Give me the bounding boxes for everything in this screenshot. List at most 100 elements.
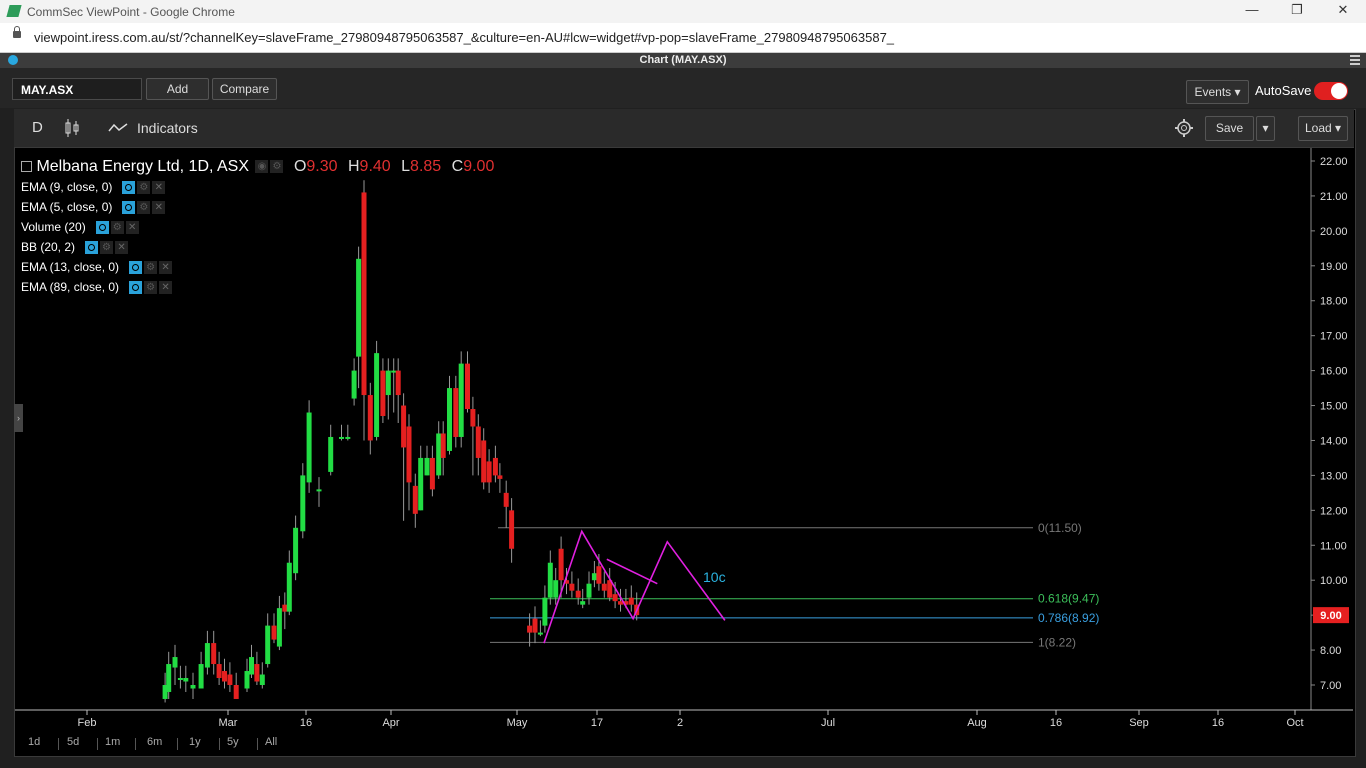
range-separator	[135, 738, 136, 750]
x-tick-label: 16	[1212, 717, 1224, 729]
x-tick-label: Mar	[219, 717, 238, 729]
candle-up	[351, 370, 357, 399]
remove-indicator-icon[interactable]: ✕	[152, 181, 166, 195]
range-selector: 1d 5d 1m 6m 1y 5y All	[14, 734, 1354, 756]
minimize-button[interactable]: —	[1237, 2, 1267, 20]
visibility-eye-icon[interactable]	[122, 181, 136, 195]
range-button-1m[interactable]: 1m	[105, 736, 120, 748]
range-button-1d[interactable]: 1d	[28, 736, 40, 748]
autosave-label: AutoSave	[1255, 83, 1312, 98]
indicator-row: EMA (13, close, 0) ⚙ ✕	[21, 257, 494, 277]
candle-up	[300, 475, 306, 532]
indicators-button[interactable]: Indicators	[137, 120, 198, 136]
autosave-toggle[interactable]	[1314, 82, 1348, 100]
indicator-settings-icon[interactable]: ⚙	[137, 201, 151, 215]
visibility-eye-icon[interactable]	[129, 281, 143, 295]
close-button[interactable]: ✕	[1328, 2, 1358, 20]
indicator-settings-icon[interactable]: ⚙	[100, 241, 114, 255]
y-tick-label: 21.00	[1320, 191, 1348, 203]
candle-up	[249, 657, 254, 675]
sidebar-expand-handle[interactable]: ›	[14, 404, 23, 432]
candle-down	[475, 426, 481, 458]
fib-level-label: 0.618(9.47)	[1038, 592, 1099, 606]
remove-indicator-icon[interactable]: ✕	[125, 221, 139, 235]
indicator-row: EMA (9, close, 0) ⚙ ✕	[21, 177, 494, 197]
save-button[interactable]: Save	[1205, 116, 1254, 141]
range-button-6m[interactable]: 6m	[147, 736, 162, 748]
remove-indicator-icon[interactable]: ✕	[159, 261, 173, 275]
candle-down	[558, 548, 564, 581]
chart-window-title: Chart (MAY.ASX)	[639, 54, 727, 66]
indicator-row: EMA (5, close, 0) ⚙ ✕	[21, 197, 494, 217]
candle-down	[401, 405, 407, 448]
candle-type-icon[interactable]	[64, 118, 80, 138]
chart-annotation-text[interactable]: 10c	[703, 569, 726, 585]
visibility-eye-icon[interactable]	[85, 241, 99, 255]
range-separator	[177, 738, 178, 750]
save-dropdown-button[interactable]: ▾	[1256, 116, 1275, 141]
indicator-settings-icon[interactable]: ⚙	[144, 281, 158, 295]
close-label: C	[451, 158, 464, 175]
candle-down	[412, 485, 418, 514]
indicators-icon[interactable]	[108, 122, 128, 134]
x-tick-label: 17	[591, 717, 603, 729]
remove-indicator-icon[interactable]: ✕	[115, 241, 129, 255]
load-button[interactable]: Load ▾	[1298, 116, 1348, 141]
url-text[interactable]: viewpoint.iress.com.au/st/?channelKey=sl…	[34, 30, 894, 45]
candle-down	[222, 671, 227, 682]
remove-indicator-icon[interactable]: ✕	[152, 201, 166, 215]
candle-down	[486, 461, 492, 483]
low-label: L	[401, 158, 411, 175]
candle-up	[424, 457, 430, 476]
app-icon	[6, 5, 22, 17]
fib-level-label: 1(8.22)	[1038, 635, 1076, 649]
indicator-label: EMA (13, close, 0)	[21, 260, 120, 274]
address-bar[interactable]: viewpoint.iress.com.au/st/?channelKey=sl…	[0, 23, 1366, 53]
remove-indicator-icon[interactable]: ✕	[159, 281, 173, 295]
candle-up	[328, 436, 334, 472]
settings-gear-icon[interactable]	[1174, 118, 1194, 138]
y-tick-label: 15.00	[1320, 401, 1348, 413]
compare-button[interactable]: Compare	[212, 78, 277, 100]
symbol-input[interactable]: MAY.ASX	[12, 78, 142, 100]
x-tick-label: May	[507, 717, 528, 729]
indicator-settings-icon[interactable]: ⚙	[137, 181, 151, 195]
chart-legend: Melbana Energy Ltd, 1D, ASX ◉ ⚙ O9.30 H9.…	[21, 157, 494, 297]
x-tick-label: 16	[1050, 717, 1062, 729]
visibility-eye-icon[interactable]	[122, 201, 136, 215]
add-button[interactable]: Add	[146, 78, 209, 100]
window-dot-icon[interactable]	[8, 55, 18, 65]
candle-up	[542, 597, 548, 626]
eye-toggle-icon[interactable]: ◉	[255, 160, 269, 174]
candle-down	[271, 625, 277, 640]
interval-button[interactable]: D	[32, 119, 43, 136]
os-title-bar: CommSec ViewPoint - Google Chrome — ❐ ✕	[0, 0, 1366, 23]
hamburger-menu-icon[interactable]	[1350, 55, 1360, 65]
y-tick-label: 8.00	[1320, 645, 1341, 657]
settings-icon[interactable]: ⚙	[270, 160, 284, 174]
events-dropdown[interactable]: Events ▾	[1186, 80, 1249, 104]
indicator-settings-icon[interactable]: ⚙	[110, 221, 124, 235]
range-button-all[interactable]: All	[265, 736, 277, 748]
collapse-legend-icon[interactable]	[21, 161, 32, 173]
range-button-5y[interactable]: 5y	[227, 736, 239, 748]
indicator-label: EMA (9, close, 0)	[21, 180, 113, 194]
restore-button[interactable]: ❐	[1282, 2, 1312, 20]
visibility-eye-icon[interactable]	[95, 221, 109, 235]
candle-up	[547, 562, 553, 598]
range-button-1y[interactable]: 1y	[189, 736, 201, 748]
candle-up	[183, 678, 189, 682]
visibility-eye-icon[interactable]	[129, 261, 143, 275]
fib-level-label: 0.786(8.92)	[1038, 611, 1099, 625]
candle-down	[227, 674, 233, 685]
candle-up	[345, 436, 351, 439]
indicator-settings-icon[interactable]: ⚙	[144, 261, 158, 275]
candle-up	[391, 370, 397, 373]
candle-up	[586, 583, 592, 598]
indicator-row: EMA (89, close, 0) ⚙ ✕	[21, 277, 494, 297]
range-button-5d[interactable]: 5d	[67, 736, 79, 748]
candle-up	[591, 573, 597, 581]
candle-down	[509, 510, 515, 549]
y-tick-label: 17.00	[1320, 331, 1348, 343]
candle-down	[216, 664, 222, 679]
